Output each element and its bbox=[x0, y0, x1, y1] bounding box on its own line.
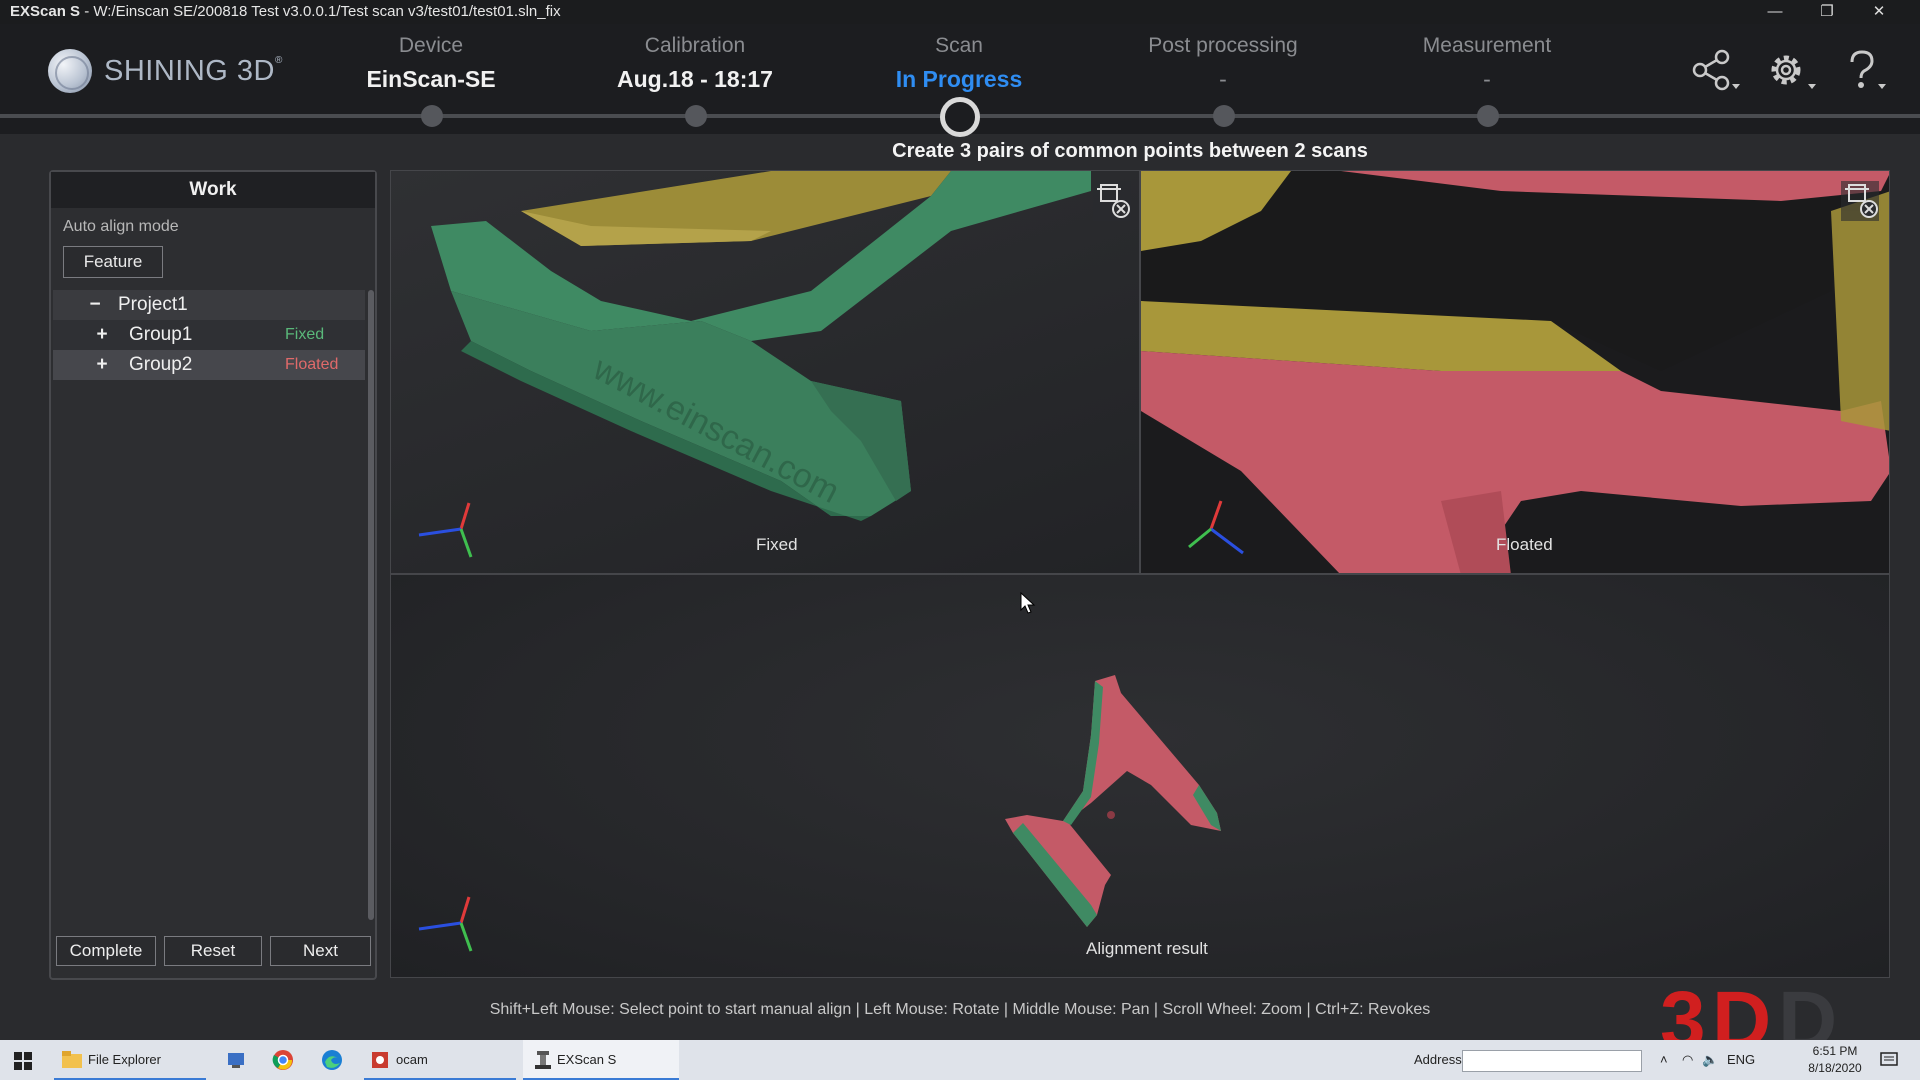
step-scan-label: Scan bbox=[935, 34, 983, 57]
volume-icon[interactable]: 🔈 bbox=[1702, 1040, 1718, 1080]
alignment-result-model[interactable] bbox=[391, 575, 1890, 978]
step-scan[interactable]: Scan In Progress bbox=[849, 34, 1069, 93]
taskbar-ocam[interactable]: ocam bbox=[364, 1040, 516, 1080]
logo-globe-icon bbox=[48, 49, 92, 93]
file-explorer-label: File Explorer bbox=[88, 1052, 161, 1067]
step-device-label: Device bbox=[398, 34, 464, 57]
floated-viewport[interactable]: Floated bbox=[1140, 170, 1890, 574]
next-button[interactable]: Next bbox=[270, 936, 371, 966]
network-icon[interactable]: ◠ bbox=[1682, 1040, 1693, 1080]
window-path: - W:/Einscan SE/200818 Test v3.0.0.1/Tes… bbox=[80, 3, 561, 20]
clear-selection-icon[interactable] bbox=[1091, 179, 1133, 223]
folder-icon bbox=[62, 1051, 82, 1068]
work-panel-title: Work bbox=[51, 172, 375, 208]
step-calibration-label: Calibration bbox=[644, 34, 746, 57]
restore-button[interactable]: ❐ bbox=[1804, 0, 1850, 24]
taskbar-app-icon[interactable] bbox=[226, 1050, 246, 1070]
step-calibration-value: Aug.18 - 18:17 bbox=[617, 66, 773, 92]
fixed-scan-model[interactable]: www.einscan.com bbox=[391, 171, 1140, 574]
windows-taskbar: File Explorer ocam EXScan S Address ˄ ◠ … bbox=[0, 1040, 1920, 1080]
logo-registered-mark: ® bbox=[274, 54, 283, 66]
taskbar-clock[interactable]: 6:51 PM 8/18/2020 bbox=[1800, 1043, 1870, 1077]
close-button[interactable]: ✕ bbox=[1856, 0, 1902, 24]
step-scan-value: In Progress bbox=[895, 66, 1023, 92]
alignment-result-viewport[interactable]: Alignment result bbox=[390, 574, 1890, 978]
share-icon[interactable] bbox=[1688, 48, 1744, 92]
step-measurement[interactable]: Measurement - bbox=[1377, 34, 1597, 93]
step-post-processing-value: - bbox=[1219, 66, 1227, 92]
help-icon[interactable] bbox=[1838, 48, 1894, 92]
window-titlebar: EXScan S - W:/Einscan SE/200818 Test v3.… bbox=[0, 0, 1920, 24]
reset-button[interactable]: Reset bbox=[164, 936, 262, 966]
address-input[interactable] bbox=[1462, 1050, 1642, 1072]
edge-icon[interactable] bbox=[321, 1049, 343, 1071]
clock-time: 6:51 PM bbox=[1812, 1044, 1858, 1058]
alignment-result-label: Alignment result bbox=[1086, 939, 1208, 958]
group2-name: Group2 bbox=[129, 354, 193, 375]
mouse-hint-bar: Shift+Left Mouse: Select point to start … bbox=[489, 1001, 1431, 1018]
language-indicator[interactable]: ENG bbox=[1727, 1040, 1755, 1080]
clear-selection-icon[interactable] bbox=[1839, 179, 1881, 223]
minimize-button[interactable]: — bbox=[1752, 0, 1798, 24]
progress-dot-device[interactable] bbox=[421, 105, 443, 127]
address-label: Address bbox=[1414, 1052, 1462, 1067]
exscan-label: EXScan S bbox=[557, 1052, 617, 1067]
chrome-icon[interactable] bbox=[272, 1049, 294, 1071]
tree-item-group1[interactable]: + Group1 Fixed bbox=[53, 320, 365, 350]
collapse-icon[interactable]: − bbox=[85, 290, 105, 320]
mouse-cursor-icon bbox=[1020, 592, 1036, 614]
taskbar-exscan[interactable]: EXScan S bbox=[523, 1040, 679, 1080]
notifications-icon[interactable] bbox=[1880, 1051, 1898, 1069]
fixed-view-label: Fixed bbox=[756, 535, 798, 554]
group2-status: Floated bbox=[285, 356, 339, 373]
app-header: SHINING 3D® Device EinScan-SE Calibratio… bbox=[0, 24, 1920, 137]
tree-scrollbar[interactable] bbox=[368, 290, 374, 920]
floated-view-label: Floated bbox=[1496, 535, 1553, 554]
step-measurement-label: Measurement bbox=[1422, 34, 1552, 57]
axis-triad-icon bbox=[418, 502, 473, 558]
ocam-label: ocam bbox=[396, 1052, 428, 1067]
progress-dot-calibration[interactable] bbox=[685, 105, 707, 127]
group1-status: Fixed bbox=[285, 326, 325, 343]
windows-start-icon[interactable] bbox=[14, 1052, 32, 1070]
step-measurement-value: - bbox=[1483, 66, 1491, 92]
complete-button[interactable]: Complete bbox=[56, 936, 156, 966]
step-post-processing-label: Post processing bbox=[1148, 34, 1298, 57]
fixed-viewport[interactable]: www.einscan.com Fixed bbox=[390, 170, 1140, 574]
progress-dot-post-processing[interactable] bbox=[1213, 105, 1235, 127]
app-name: EXScan S bbox=[10, 3, 81, 20]
tray-chevron-icon[interactable]: ˄ bbox=[1660, 1040, 1668, 1080]
window-title: EXScan S - W:/Einscan SE/200818 Test v3.… bbox=[10, 0, 561, 24]
axis-triad-icon bbox=[1188, 500, 1244, 555]
expand-icon[interactable]: + bbox=[92, 350, 112, 380]
shining3d-logo: SHINING 3D® bbox=[48, 49, 283, 93]
group1-name: Group1 bbox=[129, 324, 193, 345]
project-tree: − Project1 + Group1 Fixed + Group2 Float… bbox=[53, 290, 365, 380]
work-panel: Work Auto align mode Feature − Project1 … bbox=[49, 170, 377, 980]
instruction-text: Create 3 pairs of common points between … bbox=[892, 140, 1368, 162]
settings-icon[interactable] bbox=[1764, 48, 1820, 92]
step-device[interactable]: Device EinScan-SE bbox=[321, 34, 541, 93]
step-calibration[interactable]: Calibration Aug.18 - 18:17 bbox=[585, 34, 805, 93]
ocam-icon bbox=[372, 1052, 388, 1068]
progress-dot-scan[interactable] bbox=[940, 97, 980, 137]
axis-triad-icon bbox=[418, 896, 473, 952]
project-name: Project1 bbox=[118, 294, 188, 315]
tree-item-group2[interactable]: + Group2 Floated bbox=[53, 350, 365, 380]
step-device-value: EinScan-SE bbox=[366, 66, 496, 92]
tree-item-project1[interactable]: − Project1 bbox=[53, 290, 365, 320]
expand-icon[interactable]: + bbox=[92, 320, 112, 350]
taskbar-file-explorer[interactable]: File Explorer bbox=[54, 1040, 206, 1080]
exscan-icon bbox=[535, 1051, 551, 1069]
progress-dot-measurement[interactable] bbox=[1477, 105, 1499, 127]
clock-date: 8/18/2020 bbox=[1808, 1061, 1862, 1075]
feature-mode-button[interactable]: Feature bbox=[63, 246, 163, 278]
logo-text: SHINING 3D bbox=[104, 54, 275, 87]
floated-scan-model[interactable] bbox=[1141, 171, 1890, 574]
step-post-processing[interactable]: Post processing - bbox=[1113, 34, 1333, 93]
auto-align-mode-label: Auto align mode bbox=[63, 218, 179, 235]
